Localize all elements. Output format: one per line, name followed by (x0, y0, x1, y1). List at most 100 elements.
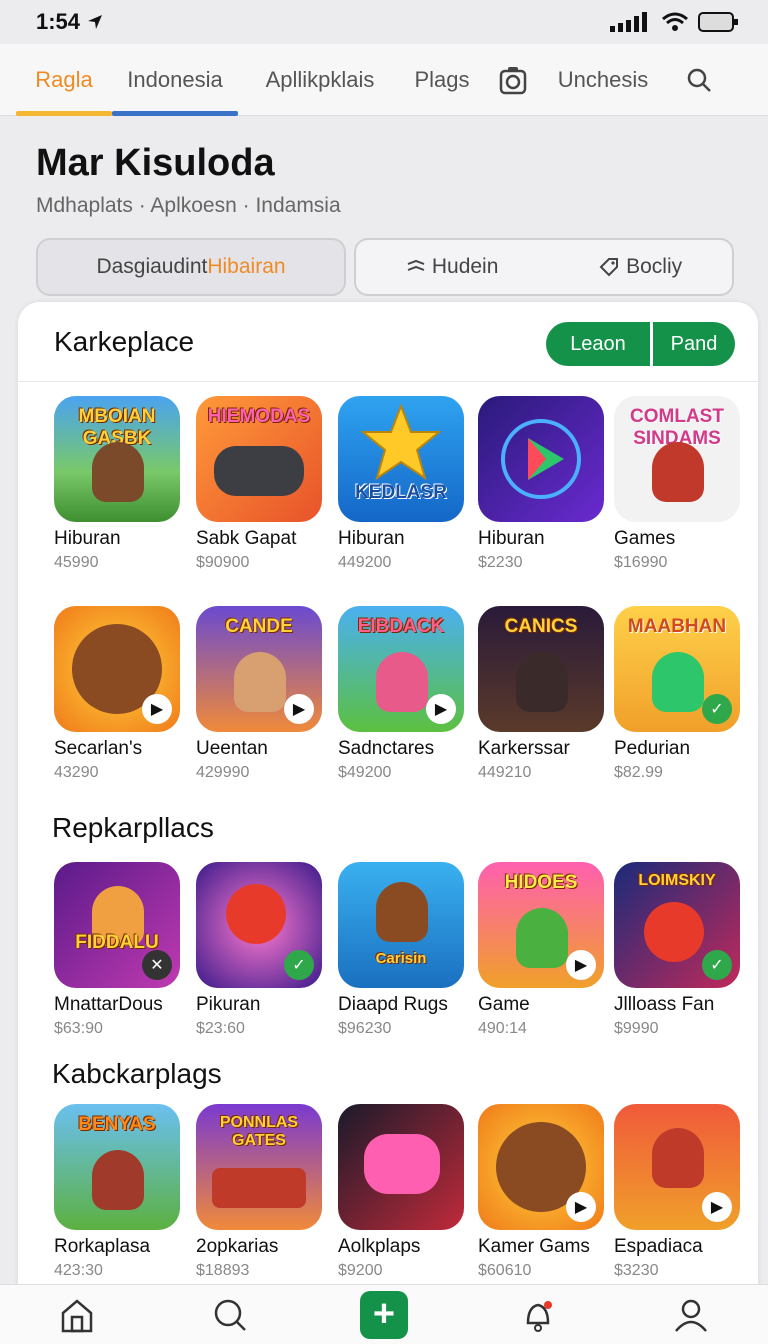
app-icon-art-text: CANDE (225, 616, 293, 637)
tab-label: Indonesia (127, 66, 223, 92)
app-price: $9990 (614, 1020, 659, 1037)
bocliy-button[interactable]: Bocliy (598, 255, 682, 279)
close-badge-icon: ✕ (142, 950, 172, 980)
breadcrumb: Mdhaplats · Aplkoesn · Indamsia (36, 194, 341, 217)
tab-label: Ragla (35, 66, 93, 92)
app-name: Secarlan's (54, 738, 143, 759)
gamepad-icon (364, 1134, 440, 1194)
app-icon-art-text: BENYAS (78, 1114, 156, 1135)
app-icon: HIDOES ▶ (478, 862, 604, 988)
app-icon: ▶ (614, 1104, 740, 1230)
app-name: Aolkplaps (338, 1236, 421, 1257)
app-tile[interactable]: HIDOES ▶ Game 490:14 (478, 862, 606, 1038)
tab-ragla[interactable]: Ragla (16, 44, 112, 116)
app-name: Karkerssar (478, 738, 570, 759)
nav-notifications-button[interactable] (508, 1290, 568, 1340)
app-tile[interactable]: ▶ Espadiaca $3230 (614, 1104, 742, 1280)
tab-indicator (112, 110, 238, 116)
pirate-character-icon (376, 882, 428, 942)
card-header: Karkeplace Leaon Pand (18, 302, 758, 382)
app-price: 449200 (338, 554, 392, 571)
app-name: Ueentan (196, 738, 268, 759)
category-filter-button[interactable]: Dasgiaudint Hibairan (36, 238, 346, 296)
tab-unchesis[interactable]: Unchesis (544, 44, 662, 116)
tab-label: Apllikpklais (265, 66, 375, 92)
app-name: Games (614, 528, 676, 549)
app-price: $49200 (338, 764, 392, 781)
section-title: Repkarpllacs (52, 812, 214, 843)
nav-profile-button[interactable] (661, 1290, 721, 1340)
bear-character-icon (92, 442, 144, 502)
app-name: Pikuran (196, 994, 261, 1015)
app-price: $82.99 (614, 764, 663, 781)
app-tile[interactable]: COMLAST SINDAMS Games $16990 (614, 396, 742, 572)
hudein-label: Hudein (431, 255, 499, 278)
app-tile[interactable]: ▶ Kamer Gams $60610 (478, 1104, 606, 1280)
section-title: Kabckarplags (52, 1058, 222, 1089)
app-icon: BENYAS (54, 1104, 180, 1230)
location-arrow-icon (88, 15, 103, 29)
search-button[interactable] (662, 44, 736, 116)
play-badge-icon: ▶ (142, 694, 172, 724)
app-icon-art-text: KEDLASR (355, 482, 447, 503)
app-price: 429990 (196, 764, 250, 781)
app-tile[interactable]: ▶ Secarlan's 43290 (54, 606, 182, 782)
app-tile[interactable]: Carisin Diaapd Rugs $96230 (338, 862, 466, 1038)
app-tile[interactable]: BENYAS Rorkaplasa 423:30 (54, 1104, 182, 1280)
app-tile[interactable]: FIDDALU ✕ MnattarDous $63:90 (54, 862, 182, 1038)
app-tile[interactable]: CANICS Karkerssar 449210 (478, 606, 606, 782)
status-time: 1:54 (36, 9, 81, 34)
tab-apllikpklais[interactable]: Apllikpklais (238, 44, 402, 116)
app-tile[interactable]: CANDE ▶ Ueentan 429990 (196, 606, 324, 782)
status-icons (610, 11, 740, 33)
explorer-character-icon (234, 652, 286, 712)
robot-character-icon (652, 442, 704, 502)
app-name: Hiburan (338, 528, 405, 549)
app-name: Game (478, 994, 530, 1015)
app-tile[interactable]: LOIMSKIY ✓ Jllloass Fan $9990 (614, 862, 742, 1038)
tab-indonesia[interactable]: Indonesia (112, 44, 238, 116)
app-icon: EIBDACK ▶ (338, 606, 464, 732)
check-badge-icon: ✓ (284, 950, 314, 980)
sort-options: Hudein Bocliy (354, 238, 734, 296)
app-tile[interactable]: HIEMODAS Sabk Gapat $90900 (196, 396, 324, 572)
app-tile[interactable]: MAABHAN ✓ Pedurian $82.99 (614, 606, 742, 782)
app-tile[interactable]: Aolkplaps $9200 (338, 1104, 466, 1280)
app-tile[interactable]: ✓ Pikuran $23:60 (196, 862, 324, 1038)
red-ball-icon (644, 902, 704, 962)
app-price: $60610 (478, 1262, 532, 1279)
app-icon: ▶ (478, 1104, 604, 1230)
play-badge-icon: ▶ (426, 694, 456, 724)
app-icon-art-text: MAABHAN (627, 616, 727, 637)
app-name: Rorkaplasa (54, 1236, 151, 1257)
app-price: 423:30 (54, 1262, 103, 1279)
nav-home-button[interactable] (47, 1290, 107, 1340)
nav-search-button[interactable] (200, 1290, 260, 1340)
tag-icon (599, 258, 619, 277)
tab-plags[interactable]: Plags (402, 44, 482, 116)
app-icon: CANICS (478, 606, 604, 732)
top-tab-bar: Ragla Indonesia Apllikpklais Plags Unche… (0, 44, 768, 116)
camera-button[interactable] (482, 44, 544, 116)
hudein-button[interactable]: Hudein (406, 255, 499, 279)
tab-label: Plags (414, 66, 470, 92)
app-price: $16990 (614, 554, 668, 571)
app-price: 43290 (54, 764, 99, 781)
app-icon: HIEMODAS (196, 396, 322, 522)
app-tile[interactable]: PONNLAS GATES 2opkarias $18893 (196, 1104, 324, 1280)
check-badge-icon: ✓ (702, 694, 732, 724)
app-tile[interactable]: Hiburan $2230 (478, 396, 606, 572)
signal-icon (610, 12, 647, 32)
leaon-button[interactable]: Leaon (546, 322, 650, 366)
nav-add-button[interactable]: + (354, 1290, 414, 1340)
app-tile[interactable]: MBOIAN GASBK Hiburan 45990 (54, 396, 182, 572)
app-tile[interactable]: KEDLASR Hiburan 449200 (338, 396, 466, 572)
app-name: 2opkarias (196, 1236, 279, 1257)
app-icon: ▶ (54, 606, 180, 732)
pand-button[interactable]: Pand (653, 322, 735, 366)
play-badge-icon: ▶ (284, 694, 314, 724)
app-price: $9200 (338, 1262, 383, 1279)
app-icon: CANDE ▶ (196, 606, 322, 732)
plus-icon: + (359, 1290, 408, 1339)
app-tile[interactable]: EIBDACK ▶ Sadnctares $49200 (338, 606, 466, 782)
